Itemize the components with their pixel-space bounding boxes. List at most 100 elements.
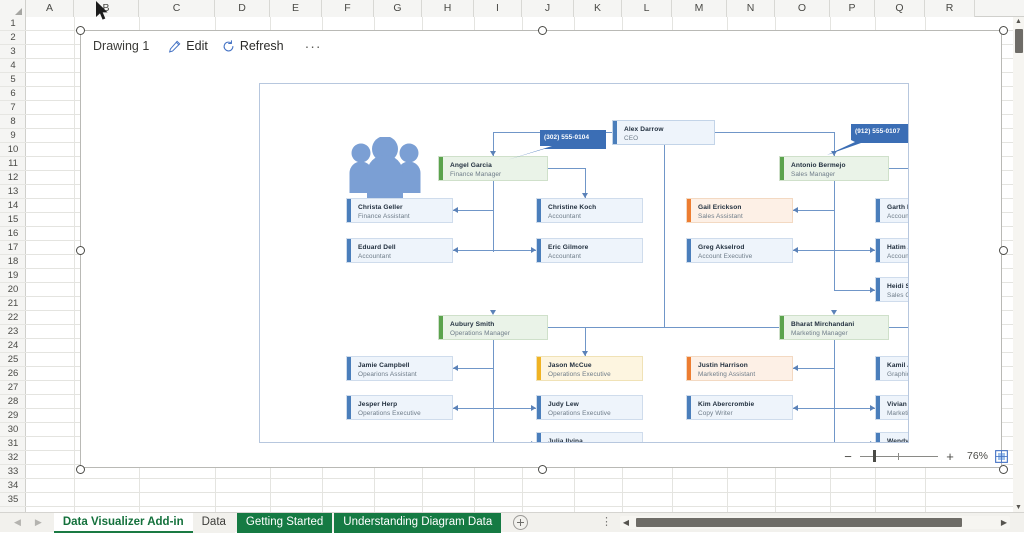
hscroll-track[interactable] xyxy=(636,518,994,527)
row-header-12[interactable]: 12 xyxy=(0,171,26,185)
org-node-heidi[interactable]: Heidi Steen Sales Consultant xyxy=(875,277,908,302)
org-node-eric[interactable]: Eric Gilmore Accountant xyxy=(536,238,643,263)
column-header-D[interactable]: D xyxy=(215,0,270,17)
column-header-M[interactable]: M xyxy=(672,0,727,17)
org-node-gail[interactable]: Gail Erickson Sales Assistant xyxy=(686,198,793,223)
column-header-K[interactable]: K xyxy=(574,0,622,17)
horizontal-scrollbar[interactable]: ◀ ▶ xyxy=(620,516,1010,529)
phone-callout-c1[interactable]: (302) 555-0104 xyxy=(504,130,610,164)
org-node-kamil[interactable]: Kamil Amireh Graphics Designer xyxy=(875,356,908,381)
select-all-corner[interactable] xyxy=(0,0,26,17)
more-options-icon[interactable]: ··· xyxy=(299,38,328,54)
row-header-1[interactable]: 1 xyxy=(0,17,26,31)
column-header-P[interactable]: P xyxy=(830,0,875,17)
row-header-34[interactable]: 34 xyxy=(0,479,26,493)
zoom-slider-thumb[interactable] xyxy=(873,450,876,462)
row-header-4[interactable]: 4 xyxy=(0,59,26,73)
org-node-aubury[interactable]: Aubury Smith Operations Manager xyxy=(438,315,548,340)
row-header-14[interactable]: 14 xyxy=(0,199,26,213)
column-header-N[interactable]: N xyxy=(727,0,775,17)
column-header-Q[interactable]: Q xyxy=(875,0,925,17)
hscroll-thumb[interactable] xyxy=(636,518,962,527)
vertical-scrollbar[interactable]: ▲ ▼ xyxy=(1013,17,1024,512)
row-header-2[interactable]: 2 xyxy=(0,31,26,45)
add-sheet-icon[interactable] xyxy=(513,515,529,530)
column-header-L[interactable]: L xyxy=(622,0,672,17)
vertical-scroll-thumb[interactable] xyxy=(1014,29,1023,53)
org-node-garth[interactable]: Garth Fort Account Executive xyxy=(875,198,908,223)
column-header-H[interactable]: H xyxy=(422,0,474,17)
column-header-I[interactable]: I xyxy=(474,0,522,17)
sheet-tab-2[interactable]: Getting Started xyxy=(236,512,333,533)
zoom-in-button[interactable]: + xyxy=(945,449,955,464)
column-header-B[interactable]: B xyxy=(74,0,139,17)
resize-handle-top-left[interactable] xyxy=(76,26,85,35)
row-header-17[interactable]: 17 xyxy=(0,241,26,255)
org-node-greg[interactable]: Greg Akselrod Account Executive xyxy=(686,238,793,263)
row-header-19[interactable]: 19 xyxy=(0,269,26,283)
row-header-33[interactable]: 33 xyxy=(0,465,26,479)
sheet-prev-icon[interactable]: ◀ xyxy=(14,517,21,528)
scroll-up-icon[interactable]: ▲ xyxy=(1015,18,1022,25)
hscroll-right-icon[interactable]: ▶ xyxy=(998,518,1010,527)
org-node-kim[interactable]: Kim Abercrombie Copy Writer xyxy=(686,395,793,420)
zoom-slider[interactable] xyxy=(860,450,938,462)
drawing-object-frame[interactable]: Drawing 1 Edit Refresh ··· Alex Darrow C… xyxy=(76,26,1008,474)
org-node-judy[interactable]: Judy Lew Operations Executive xyxy=(536,395,643,420)
sheet-tab-1[interactable]: Data xyxy=(192,512,235,533)
org-node-jesper[interactable]: Jesper Herp Operations Executive xyxy=(346,395,453,420)
org-node-antonio[interactable]: Antonio Bermejo Sales Manager xyxy=(779,156,889,181)
edit-button[interactable]: Edit xyxy=(163,37,213,55)
row-header-23[interactable]: 23 xyxy=(0,325,26,339)
row-header-32[interactable]: 32 xyxy=(0,451,26,465)
row-header-8[interactable]: 8 xyxy=(0,115,26,129)
row-header-20[interactable]: 20 xyxy=(0,283,26,297)
scroll-down-icon[interactable]: ▼ xyxy=(1015,504,1022,511)
org-node-ceo[interactable]: Alex Darrow CEO xyxy=(612,120,715,145)
org-node-eduard[interactable]: Eduard Dell Accountant xyxy=(346,238,453,263)
row-header-10[interactable]: 10 xyxy=(0,143,26,157)
visio-diagram-canvas[interactable]: Alex Darrow CEO Angel Garcia Finance Manage… xyxy=(259,83,909,443)
org-node-christine[interactable]: Christine Koch Accountant xyxy=(536,198,643,223)
org-node-vivian[interactable]: Vivian Atlas Marketing Executive xyxy=(875,395,908,420)
column-header-A[interactable]: A xyxy=(26,0,74,17)
row-header-16[interactable]: 16 xyxy=(0,227,26,241)
row-header-5[interactable]: 5 xyxy=(0,73,26,87)
row-header-15[interactable]: 15 xyxy=(0,213,26,227)
resize-handle-bottom-center[interactable] xyxy=(538,465,547,474)
column-header-J[interactable]: J xyxy=(522,0,574,17)
row-header-30[interactable]: 30 xyxy=(0,423,26,437)
column-header-E[interactable]: E xyxy=(270,0,322,17)
column-header-O[interactable]: O xyxy=(775,0,830,17)
row-header-31[interactable]: 31 xyxy=(0,437,26,451)
column-header-G[interactable]: G xyxy=(374,0,422,17)
row-header-28[interactable]: 28 xyxy=(0,395,26,409)
org-node-hatim[interactable]: Hatim Alad Account Executive xyxy=(875,238,908,263)
zoom-percent-label[interactable]: 76% xyxy=(962,450,988,462)
row-header-18[interactable]: 18 xyxy=(0,255,26,269)
row-header-27[interactable]: 27 xyxy=(0,381,26,395)
org-node-jamie[interactable]: Jamie Campbell Opearions Assistant xyxy=(346,356,453,381)
resize-handle-bottom-left[interactable] xyxy=(76,465,85,474)
resize-handle-top-right[interactable] xyxy=(999,26,1008,35)
row-header-29[interactable]: 29 xyxy=(0,409,26,423)
resize-handle-middle-left[interactable] xyxy=(76,246,85,255)
zoom-control[interactable]: − + 76% xyxy=(843,446,1008,466)
row-header-24[interactable]: 24 xyxy=(0,339,26,353)
resize-handle-middle-right[interactable] xyxy=(999,246,1008,255)
org-node-bharat[interactable]: Bharat Mirchandani Marketing Manager xyxy=(779,315,889,340)
resize-handle-top-center[interactable] xyxy=(538,26,547,35)
org-node-julia[interactable]: Julia IlyinaTechnician xyxy=(536,432,643,442)
row-header-6[interactable]: 6 xyxy=(0,87,26,101)
org-node-wendy[interactable]: Wendy KahnMarketing Consultant xyxy=(875,432,908,442)
resize-handle-bottom-right[interactable] xyxy=(999,465,1008,474)
row-header-3[interactable]: 3 xyxy=(0,45,26,59)
phone-callout-c2[interactable]: (912) 555-0107 xyxy=(827,124,908,158)
row-header-26[interactable]: 26 xyxy=(0,367,26,381)
row-header-35[interactable]: 35 xyxy=(0,493,26,507)
tab-overflow-icon[interactable]: ⋮ xyxy=(601,517,612,528)
zoom-out-button[interactable]: − xyxy=(843,449,853,464)
org-node-justin[interactable]: Justin Harrison Marketing Assistant xyxy=(686,356,793,381)
sheet-tab-3[interactable]: Understanding Diagram Data xyxy=(334,512,502,533)
org-node-jason[interactable]: Jason McCue Operations Executive xyxy=(536,356,643,381)
